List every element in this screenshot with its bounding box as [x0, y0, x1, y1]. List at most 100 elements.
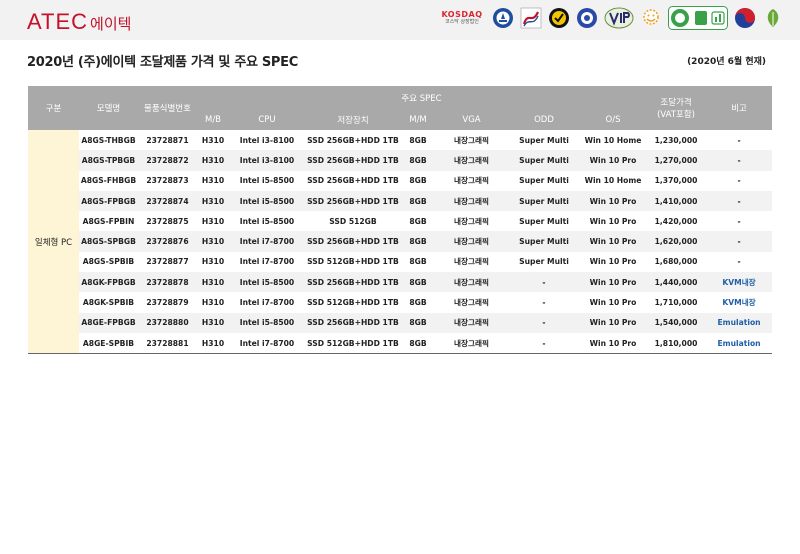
vga-cell: 내장그래픽: [435, 231, 508, 252]
price-cell: 1,680,000: [654, 257, 698, 267]
logo-sub-text: 에이텍: [90, 15, 132, 33]
item-id-cell: 23728876: [138, 231, 197, 252]
price-cell: 1,440,000: [646, 272, 707, 293]
model-cell: A8GS-THBGB: [81, 135, 136, 145]
model-cell: A8GK-SPBIB: [82, 298, 135, 308]
mm-cell: 8GB: [401, 312, 435, 333]
storage-cell: SSD 512GB+HDD 1TB: [307, 298, 399, 308]
storage-cell: SSD 512GB+HDD 1TB: [307, 257, 399, 267]
mm-cell: 8GB: [401, 150, 435, 171]
cpu-cell: Intel i5-8500: [239, 176, 295, 186]
table-row: A8GS-FPBGB 23728874 H310 Intel i5-8500 SSD 2…: [28, 190, 773, 212]
mb-cell: H310: [201, 135, 225, 145]
price-cell: 1,620,000: [646, 231, 707, 252]
vga-cell: 내장그래픽: [454, 216, 489, 226]
storage-cell: SSD 256GB+HDD 1TB: [305, 190, 401, 212]
certification-blue-emblem-icon: [577, 8, 597, 28]
green-leaf-badge-icon: [767, 9, 779, 27]
model-cell: A8GE-FPBGB: [79, 312, 138, 333]
storage-cell: SSD 512GB+HDD 1TB: [305, 332, 401, 355]
price-cell: 1,230,000: [654, 135, 698, 145]
mb-cell: H310: [197, 332, 229, 355]
price-cell: 1,810,000: [646, 332, 707, 355]
item-id-cell: 23728881: [138, 332, 197, 355]
storage-cell: SSD 256GB+HDD 1TB: [307, 135, 399, 145]
vga-cell: 내장그래픽: [435, 190, 508, 212]
cpu-cell: Intel i7-8700: [229, 231, 305, 252]
os-cell: Win 10 Pro: [580, 190, 647, 212]
note-cell: -: [737, 216, 741, 226]
header-category: 구분: [28, 86, 79, 130]
note-cell: -: [706, 150, 773, 171]
storage-cell: SSD 256GB+HDD 1TB: [305, 150, 401, 171]
item-id-cell: 23728880: [138, 312, 197, 333]
item-id-cell: 23728875: [146, 216, 189, 226]
table-row: A8GS-FHBGB 23728873 H310 Intel i5-8500 SSD 2…: [28, 171, 772, 191]
note-cell: KVM내장: [722, 298, 756, 308]
mm-cell: 8GB: [409, 216, 427, 226]
top-bar: ATEC 에이텍 KOSDAQ 코스닥 상장법인: [0, 0, 800, 40]
cpu-cell: Intel i7-8700: [229, 332, 305, 355]
odd-cell: -: [542, 298, 546, 308]
note-cell: -: [737, 176, 741, 186]
mm-cell: 8GB: [401, 190, 435, 212]
product-spec-table: 구분 모델명 물품식별번호 주요 SPEC 조달가격 (VAT포함) 비고 M/…: [28, 86, 773, 355]
item-id-cell: 23728874: [138, 190, 197, 212]
vga-cell: 내장그래픽: [435, 272, 508, 293]
table-row: A8GS-FPBIN 23728875 H310 Intel i5-8500 SSD 5…: [28, 211, 772, 231]
mm-cell: 8GB: [409, 257, 427, 267]
vip-badge-icon: [604, 7, 634, 29]
model-cell: A8GS-SPBGB: [79, 231, 138, 252]
mb-cell: H310: [197, 231, 229, 252]
item-id-cell: 23728878: [138, 272, 197, 293]
vga-cell: 내장그래픽: [454, 298, 489, 308]
odd-cell: Super Multi: [508, 150, 580, 171]
price-cell: 1,270,000: [646, 150, 707, 171]
vga-cell: 내장그래픽: [435, 150, 508, 171]
storage-cell: SSD 256GB+HDD 1TB: [305, 272, 401, 293]
table-body: 일체형 PC A8GS-THBGB 23728871 H310 Intel i3-810…: [28, 130, 773, 355]
mb-cell: H310: [197, 272, 229, 293]
cpu-cell: Intel i7-8700: [239, 257, 295, 267]
odd-cell: Super Multi: [508, 231, 580, 252]
odd-cell: -: [508, 272, 580, 293]
sun-smile-icon: [643, 9, 659, 25]
cpu-cell: Intel i3-8100: [229, 150, 305, 171]
header-vga: VGA: [435, 109, 508, 130]
odd-cell: Super Multi: [519, 135, 569, 145]
mm-cell: 8GB: [409, 298, 427, 308]
header-cpu: CPU: [229, 109, 305, 130]
note-cell: KVM내장: [706, 272, 773, 293]
mm-cell: 8GB: [401, 332, 435, 355]
note-cell: Emulation: [706, 312, 773, 333]
header-note: 비고: [706, 86, 773, 130]
cpu-cell: Intel i5-8500: [229, 312, 305, 333]
os-cell: Win 10 Pro: [589, 298, 637, 308]
os-cell: Win 10 Pro: [580, 150, 647, 171]
price-cell: 1,410,000: [646, 190, 707, 212]
header-odd: ODD: [508, 109, 580, 130]
korea-taegeuk-icon: [735, 8, 755, 28]
vga-cell: 내장그래픽: [454, 257, 489, 267]
vga-cell: 내장그래픽: [454, 176, 489, 186]
os-cell: Win 10 Pro: [589, 257, 637, 267]
model-cell: A8GS-FPBIN: [82, 216, 135, 226]
price-cell: 1,710,000: [654, 298, 698, 308]
odd-cell: Super Multi: [519, 176, 569, 186]
atec-logo[interactable]: ATEC 에이텍: [27, 9, 132, 34]
note-cell: -: [706, 190, 773, 212]
os-cell: Win 10 Pro: [580, 332, 647, 355]
note-cell: -: [737, 257, 741, 267]
table-row: A8GS-SPBIB 23728877 H310 Intel i7-8700 SSD 5…: [28, 252, 772, 272]
odd-cell: Super Multi: [519, 216, 569, 226]
os-cell: Win 10 Home: [584, 176, 642, 186]
header-storage: 저장장치: [305, 109, 401, 130]
vga-cell: 내장그래픽: [435, 312, 508, 333]
mb-cell: H310: [197, 190, 229, 212]
note-cell: Emulation: [706, 332, 773, 355]
mb-cell: H310: [201, 298, 225, 308]
cpu-cell: Intel i7-8700: [239, 298, 295, 308]
mm-cell: 8GB: [409, 135, 427, 145]
os-cell: Win 10 Pro: [589, 216, 637, 226]
mm-cell: 8GB: [401, 231, 435, 252]
